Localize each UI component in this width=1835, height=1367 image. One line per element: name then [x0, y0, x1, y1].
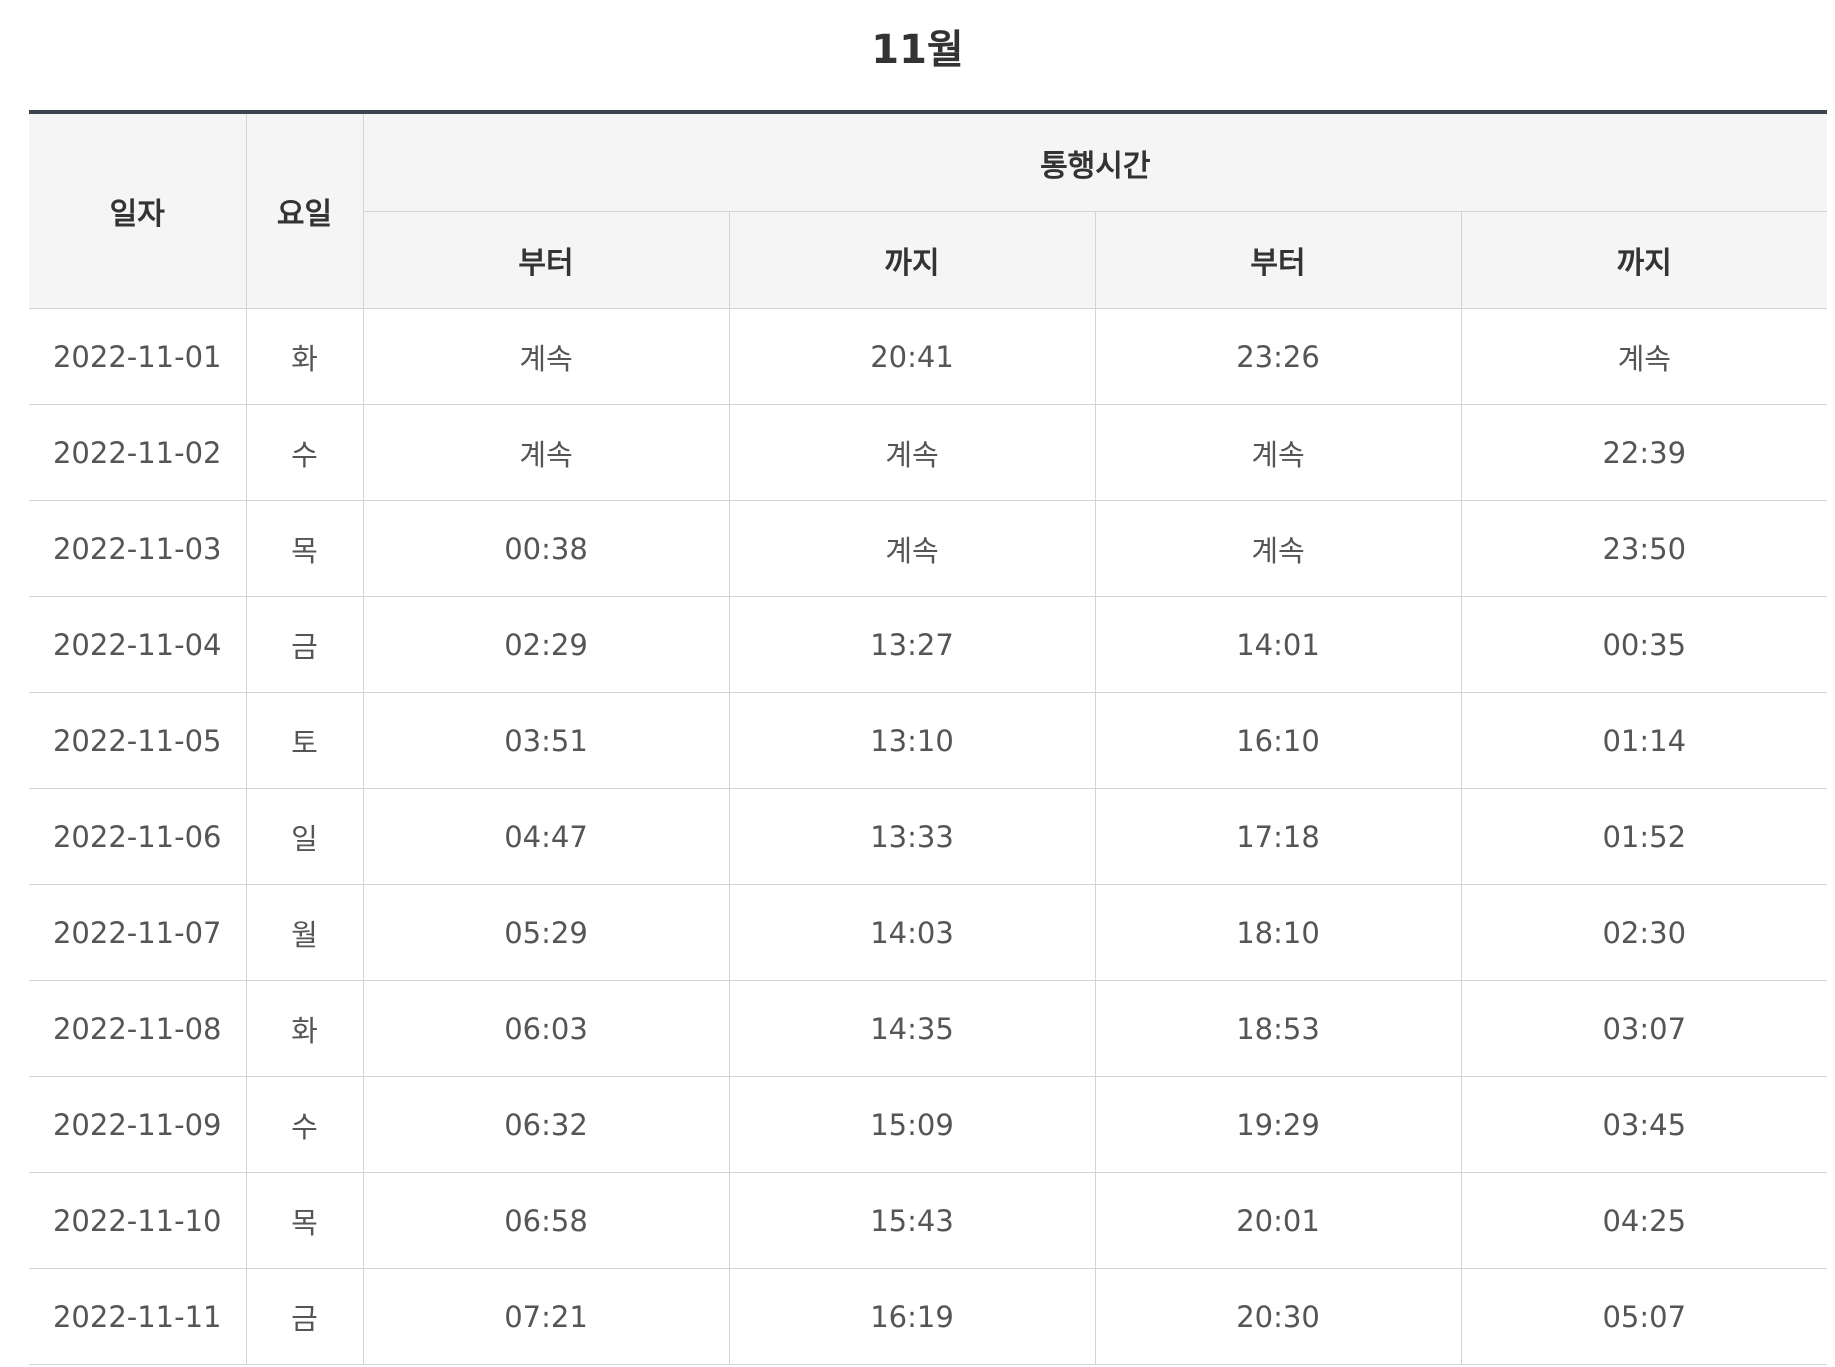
- cell-to-2: 01:52: [1460, 788, 1828, 885]
- cell-date: 2022-11-05: [29, 692, 247, 789]
- table-row: 2022-11-05 토 03:51 13:10 16:10 01:14: [29, 692, 1828, 789]
- cell-to-1: 13:33: [728, 788, 1096, 885]
- cell-from-1: 06:32: [362, 1076, 730, 1173]
- cell-day: 목: [245, 1172, 364, 1269]
- cell-date: 2022-11-01: [29, 308, 247, 405]
- cell-day: 화: [245, 980, 364, 1077]
- cell-day: 수: [245, 404, 364, 501]
- header-from-2: 부터: [1094, 211, 1462, 309]
- table-row: 2022-11-11 금 07:21 16:19 20:30 05:07: [29, 1268, 1828, 1365]
- cell-to-2: 02:30: [1460, 884, 1828, 981]
- cell-date: 2022-11-04: [29, 596, 247, 693]
- cell-to-1: 계속: [728, 404, 1096, 501]
- cell-to-2: 01:14: [1460, 692, 1828, 789]
- cell-to-2: 22:39: [1460, 404, 1828, 501]
- cell-from-2: 17:18: [1094, 788, 1462, 885]
- cell-from-2: 18:10: [1094, 884, 1462, 981]
- table-row: 2022-11-10 목 06:58 15:43 20:01 04:25: [29, 1172, 1828, 1269]
- cell-to-1: 16:19: [728, 1268, 1096, 1365]
- cell-from-2: 계속: [1094, 500, 1462, 597]
- cell-day: 금: [245, 596, 364, 693]
- cell-from-1: 계속: [362, 308, 730, 405]
- cell-from-2: 계속: [1094, 404, 1462, 501]
- cell-from-1: 03:51: [362, 692, 730, 789]
- page: 11월 일자 요일 통행시간 부터 까지 부터 까지 2022-11-01 화 …: [0, 0, 1835, 1367]
- table-row: 2022-11-08 화 06:03 14:35 18:53 03:07: [29, 980, 1828, 1077]
- cell-date: 2022-11-09: [29, 1076, 247, 1173]
- cell-date: 2022-11-02: [29, 404, 247, 501]
- cell-from-1: 06:03: [362, 980, 730, 1077]
- cell-date: 2022-11-08: [29, 980, 247, 1077]
- passage-time-table: 일자 요일 통행시간 부터 까지 부터 까지 2022-11-01 화 계속 20:4…: [29, 110, 1828, 1365]
- cell-day: 토: [245, 692, 364, 789]
- cell-to-1: 13:27: [728, 596, 1096, 693]
- table-row: 2022-11-02 수 계속 계속 계속 22:39: [29, 404, 1828, 501]
- cell-from-1: 02:29: [362, 596, 730, 693]
- cell-to-1: 13:10: [728, 692, 1096, 789]
- table-row: 2022-11-07 월 05:29 14:03 18:10 02:30: [29, 884, 1828, 981]
- cell-to-1: 14:03: [728, 884, 1096, 981]
- cell-day: 수: [245, 1076, 364, 1173]
- cell-from-2: 20:01: [1094, 1172, 1462, 1269]
- header-to-2: 까지: [1460, 211, 1828, 309]
- cell-from-2: 19:29: [1094, 1076, 1462, 1173]
- cell-from-2: 14:01: [1094, 596, 1462, 693]
- header-passage-time: 통행시간: [362, 112, 1828, 212]
- table-row: 2022-11-04 금 02:29 13:27 14:01 00:35: [29, 596, 1828, 693]
- cell-to-1: 계속: [728, 500, 1096, 597]
- cell-to-1: 20:41: [728, 308, 1096, 405]
- cell-to-2: 03:07: [1460, 980, 1828, 1077]
- header-day: 요일: [245, 112, 364, 309]
- month-title: 11월: [871, 27, 964, 73]
- cell-from-1: 00:38: [362, 500, 730, 597]
- cell-day: 금: [245, 1268, 364, 1365]
- tide-table-container: 일자 요일 통행시간 부터 까지 부터 까지 2022-11-01 화 계속 20:4…: [29, 110, 1828, 1365]
- cell-from-2: 20:30: [1094, 1268, 1462, 1365]
- table-row: 2022-11-03 목 00:38 계속 계속 23:50: [29, 500, 1828, 597]
- cell-to-2: 04:25: [1460, 1172, 1828, 1269]
- header-to-1: 까지: [728, 211, 1096, 309]
- cell-from-1: 06:58: [362, 1172, 730, 1269]
- table-row: 2022-11-01 화 계속 20:41 23:26 계속: [29, 308, 1828, 405]
- cell-to-1: 15:43: [728, 1172, 1096, 1269]
- cell-to-2: 03:45: [1460, 1076, 1828, 1173]
- cell-from-2: 16:10: [1094, 692, 1462, 789]
- cell-from-1: 04:47: [362, 788, 730, 885]
- table-header: 일자 요일 통행시간 부터 까지 부터 까지: [29, 112, 1828, 309]
- cell-from-1: 05:29: [362, 884, 730, 981]
- table-body: 2022-11-01 화 계속 20:41 23:26 계속 2022-11-02 수 계속 계속…: [29, 308, 1828, 1365]
- cell-to-2: 23:50: [1460, 500, 1828, 597]
- cell-to-1: 14:35: [728, 980, 1096, 1077]
- cell-day: 월: [245, 884, 364, 981]
- cell-date: 2022-11-06: [29, 788, 247, 885]
- cell-date: 2022-11-10: [29, 1172, 247, 1269]
- cell-day: 목: [245, 500, 364, 597]
- cell-to-2: 계속: [1460, 308, 1828, 405]
- cell-day: 화: [245, 308, 364, 405]
- cell-date: 2022-11-03: [29, 500, 247, 597]
- cell-to-2: 05:07: [1460, 1268, 1828, 1365]
- cell-day: 일: [245, 788, 364, 885]
- header-row-top: 일자 요일 통행시간: [29, 112, 1828, 309]
- cell-date: 2022-11-11: [29, 1268, 247, 1365]
- cell-date: 2022-11-07: [29, 884, 247, 981]
- header-from-1: 부터: [363, 211, 730, 309]
- table-row: 2022-11-06 일 04:47 13:33 17:18 01:52: [29, 788, 1828, 885]
- cell-from-2: 23:26: [1094, 308, 1462, 405]
- cell-from-1: 07:21: [362, 1268, 730, 1365]
- cell-from-1: 계속: [362, 404, 730, 501]
- table-row: 2022-11-09 수 06:32 15:09 19:29 03:45: [29, 1076, 1828, 1173]
- cell-to-2: 00:35: [1460, 596, 1828, 693]
- cell-from-2: 18:53: [1094, 980, 1462, 1077]
- header-date: 일자: [29, 112, 247, 309]
- cell-to-1: 15:09: [728, 1076, 1096, 1173]
